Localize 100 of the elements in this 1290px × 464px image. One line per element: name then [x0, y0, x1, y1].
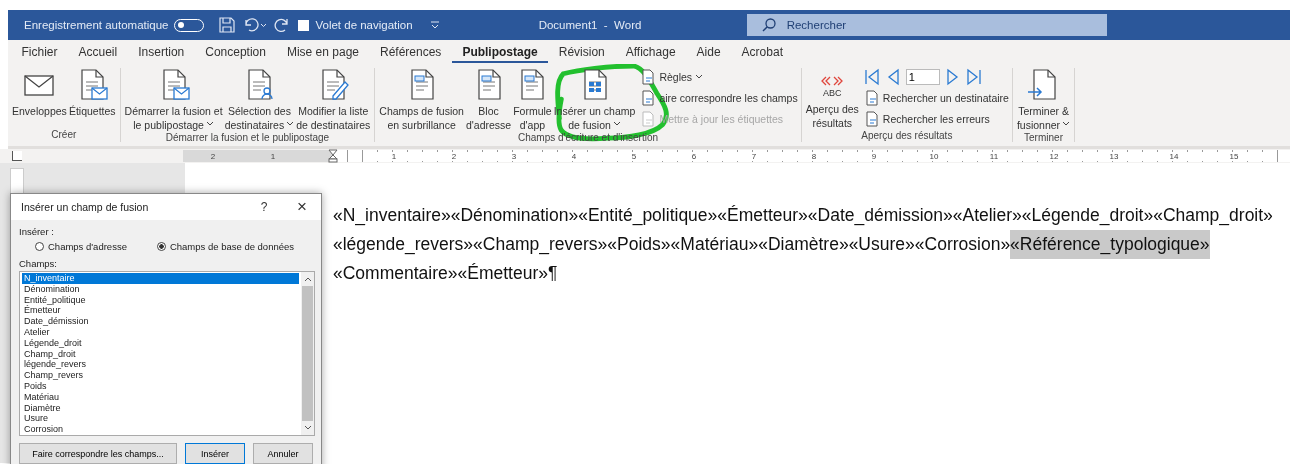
list-item[interactable]: Champ_revers: [22, 370, 299, 381]
group-label: Aperçu des résultats: [861, 130, 953, 143]
list-item[interactable]: Corrosion: [22, 424, 299, 435]
list-item[interactable]: Diamètre: [22, 402, 299, 414]
ribbon-tab[interactable]: Acrobat: [731, 41, 794, 63]
caret-icon: [695, 74, 704, 80]
ribbon-tab[interactable]: Affichage: [615, 41, 687, 63]
ribbon-button[interactable]: Formule d'app: [512, 68, 553, 132]
document-icon: [863, 90, 880, 106]
customize-icon[interactable]: [428, 19, 441, 31]
ribbon-tab[interactable]: Fichier: [11, 41, 68, 63]
nav-pane-label: Volet de navigation: [315, 19, 413, 31]
ribbon-tab[interactable]: Conception: [194, 41, 277, 63]
list-item[interactable]: N_inventaire: [22, 273, 299, 284]
ribbon-tab[interactable]: Insertion: [127, 41, 195, 63]
ribbon-tab[interactable]: Mise en page: [276, 41, 370, 63]
dialog-button[interactable]: Annuler: [253, 443, 313, 464]
merge-field: «Poids»: [607, 230, 671, 259]
close-button[interactable]: ×: [283, 196, 321, 218]
group-label: Démarrer la fusion et le publipostage: [165, 132, 330, 145]
merge-field: «Dénomination»: [450, 201, 579, 230]
merge-field: «Diamètre»: [758, 230, 849, 259]
radio-button[interactable]: [156, 242, 166, 251]
ribbon-button[interactable]: Champs de fusion en surbrillance: [378, 68, 465, 132]
tab-selector-icon[interactable]: [12, 151, 22, 161]
last-record-icon[interactable]: [965, 68, 982, 86]
ribbon-tab[interactable]: Aide: [686, 41, 732, 63]
ribbon-tab[interactable]: Révision: [548, 41, 616, 63]
group-label: Terminer: [1024, 132, 1063, 145]
list-item[interactable]: Légende_droit: [22, 337, 299, 349]
merge-field: «Légende_droit»: [1021, 201, 1154, 230]
scroll-up-icon[interactable]: [303, 276, 312, 282]
merge-field: «Entité_politique»: [578, 201, 718, 230]
merge-field: «Référence_typologique»: [1010, 230, 1210, 259]
ribbon-button[interactable]: Règles: [640, 68, 798, 86]
ribbon-button[interactable]: Rechercher les erreurs: [863, 110, 1009, 128]
radio-option[interactable]: Champs de base de données: [156, 241, 295, 252]
ribbon-button[interactable]: ABC Aperçu des résultats: [804, 68, 860, 130]
list-item[interactable]: Date_démission: [22, 316, 299, 327]
ribbon-button[interactable]: Bloc d'adresse: [464, 68, 513, 132]
merge-field: «Commentaire»: [333, 259, 458, 288]
first-record-icon[interactable]: [863, 68, 880, 86]
merge-field: «Matériau»: [670, 230, 759, 259]
preview-icon-label: ABC: [823, 88, 842, 98]
ribbon-button[interactable]: Étiquettes: [67, 68, 117, 118]
ribbon-tab[interactable]: Références: [369, 41, 452, 63]
list-item[interactable]: Atelier: [22, 327, 299, 338]
nav-pane-checkbox[interactable]: [298, 19, 310, 31]
ribbon-tab[interactable]: Accueil: [68, 41, 128, 63]
caret-icon: [1062, 121, 1071, 127]
indent-marker-icon[interactable]: [328, 149, 338, 163]
help-button[interactable]: ?: [245, 199, 283, 215]
save-icon[interactable]: [218, 16, 237, 34]
list-item[interactable]: Usure: [22, 413, 299, 425]
list-item[interactable]: Entité_politique: [22, 294, 299, 306]
dialog-title: Insérer un champ de fusion: [21, 201, 150, 213]
merge-field: «Atelier»: [952, 201, 1022, 230]
radio-option[interactable]: Champs d'adresse: [35, 241, 127, 252]
ribbon-button[interactable]: Sélection des destinataires: [223, 68, 296, 132]
fields-list[interactable]: N_inventaire Dénomination Entité_politique Émetteur Date_démission Atelier Légende_droit Champ_droit légende_revers Champ_revers Poids Matériau Diamètre Usure Corrosion: [19, 271, 315, 436]
radio-button[interactable]: [35, 242, 44, 251]
scroll-down-icon[interactable]: [303, 425, 312, 431]
merge-field: «N_inventaire»: [333, 201, 451, 230]
list-item[interactable]: Poids: [22, 380, 299, 392]
scrollbar[interactable]: [301, 272, 314, 435]
caret-icon: [205, 121, 214, 127]
undo-icon[interactable]: [242, 16, 269, 34]
list-item[interactable]: Émetteur: [22, 305, 299, 317]
ribbon-button[interactable]: Démarrer la fusion et le publipostage: [123, 68, 224, 132]
ribbon-button[interactable]: Rechercher un destinataire: [863, 89, 1009, 107]
document-icon: [640, 90, 657, 106]
merge-field: «Émetteur»: [457, 259, 548, 288]
merge-field: «légende_revers»: [333, 230, 474, 259]
document-icon: [640, 111, 657, 127]
merge-field: «Émetteur»: [717, 201, 808, 230]
ribbon-button[interactable]: Terminer & fusionner: [1015, 68, 1072, 132]
merge-field: «Champ_droit»: [1153, 201, 1273, 230]
ribbon-button[interactable]: Modifier la liste de destinataires: [295, 68, 372, 132]
merge-field: «Date_démission»: [807, 201, 953, 230]
chevrons-icon: [821, 76, 844, 86]
record-number-field[interactable]: 1: [905, 69, 940, 85]
dialog-button[interactable]: Insérer: [185, 443, 245, 464]
caret-icon: [286, 121, 295, 127]
search-bar[interactable]: Rechercher: [746, 14, 1107, 36]
search-input[interactable]: Rechercher: [784, 18, 1089, 32]
autosave-label: Enregistrement automatique: [24, 19, 169, 31]
merge-field: «Champ_revers»: [473, 230, 608, 259]
next-record-icon[interactable]: [945, 68, 960, 86]
search-icon: [760, 17, 777, 33]
ribbon-button[interactable]: Enveloppes: [11, 68, 68, 118]
merge-field: «Usure»: [848, 230, 915, 259]
list-item[interactable]: Dénomination: [22, 283, 299, 295]
list-item[interactable]: Matériau: [22, 391, 299, 403]
insert-label: Insérer :: [19, 226, 55, 237]
fields-label: Champs:: [19, 258, 58, 269]
list-item[interactable]: légende_revers: [22, 359, 299, 371]
dialog-button[interactable]: Faire correspondre les champs...: [19, 443, 177, 464]
list-item[interactable]: Champ_droit: [22, 348, 299, 360]
document-icon: [640, 69, 657, 85]
document-icon: [863, 111, 880, 127]
